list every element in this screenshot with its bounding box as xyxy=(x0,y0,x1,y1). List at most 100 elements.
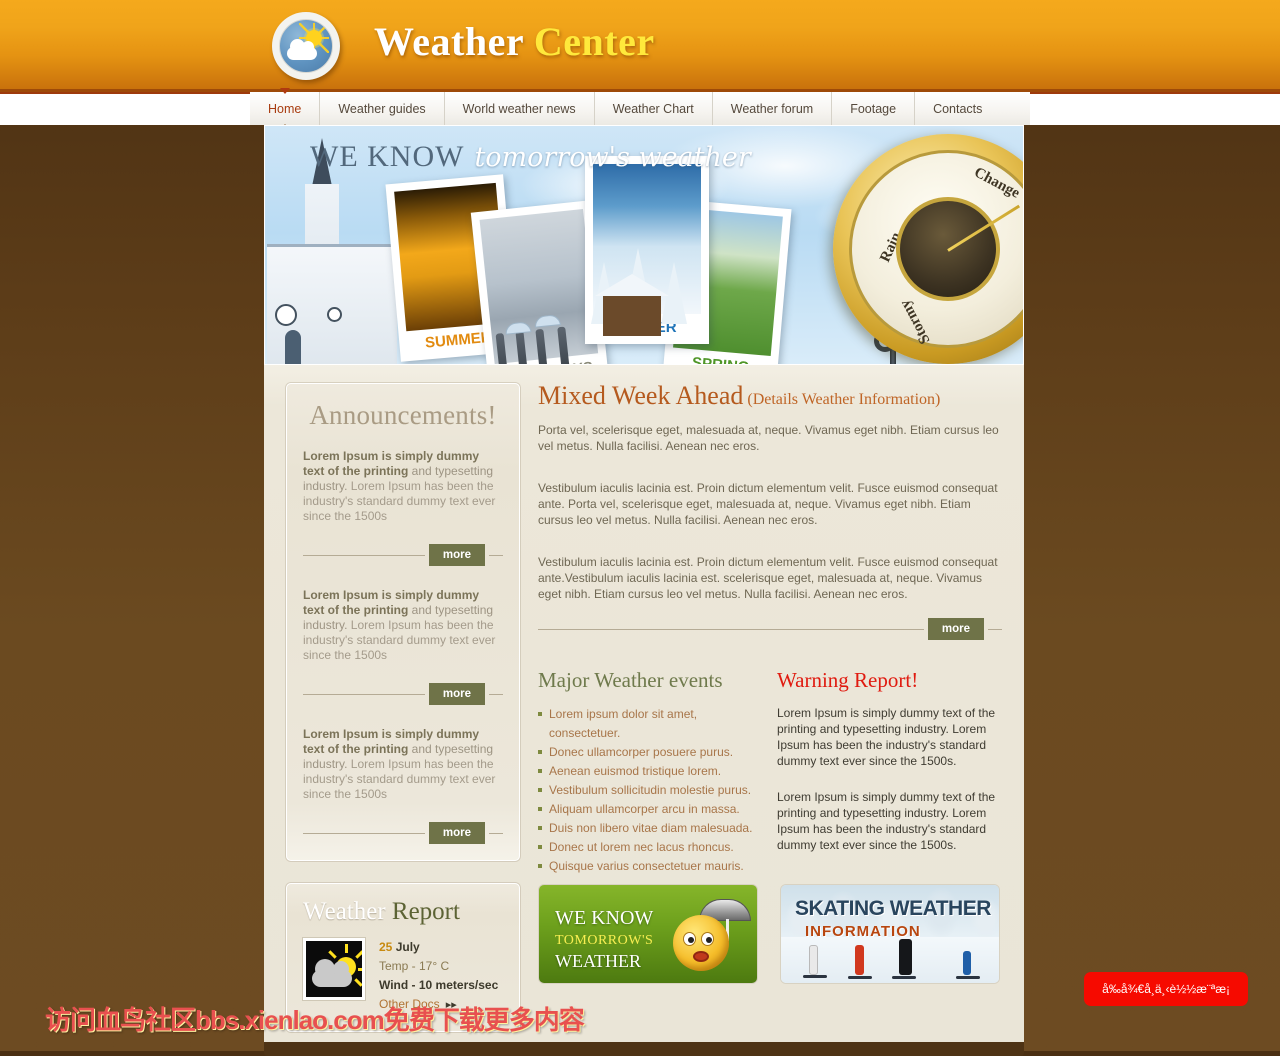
more-row: more xyxy=(303,822,503,844)
promo-banners: WE KNOW TOMORROW'S WEATHER SKATING WEATH… xyxy=(538,884,1002,984)
major-weather-events-title: Major Weather events xyxy=(538,668,723,692)
hero-banner: WE KNOW tomorrow's weather SUMMER RAINY … xyxy=(264,125,1024,365)
logo-inner-circle xyxy=(279,19,333,73)
site-header: Weather Center xyxy=(0,0,1280,92)
church-illustration xyxy=(265,138,400,364)
left-sidebar: Announcements! Lorem Ipsum is simply dum… xyxy=(286,383,520,1032)
page-container: WE KNOW tomorrow's weather SUMMER RAINY … xyxy=(264,125,1024,1056)
warning-report-title: Warning Report! xyxy=(777,668,919,692)
list-item[interactable]: Quisque varius consectetuer mauris. xyxy=(538,857,753,876)
more-button[interactable]: more xyxy=(927,618,984,640)
nav-item-contacts[interactable]: Contacts xyxy=(915,92,1000,125)
warning-paragraph-2: Lorem Ipsum is simply dummy text of the … xyxy=(777,790,996,852)
divider-line-short xyxy=(489,554,503,556)
weather-report-details: 25 July Temp - 17° C Wind - 10 meters/se… xyxy=(379,938,503,1015)
list-item[interactable]: Aenean euismod tristique lorem. xyxy=(538,762,753,781)
weather-report-panel: Weather Report 25 July Temp - 17° C Wind… xyxy=(286,883,520,1032)
list-item[interactable]: Vestibulum sollicitudin molestie purus. xyxy=(538,781,753,800)
skier-icon xyxy=(803,945,827,978)
nav-item-weather-chart[interactable]: Weather Chart xyxy=(595,92,713,125)
more-button[interactable]: more xyxy=(428,544,485,566)
nav-item-home[interactable]: Home xyxy=(250,88,321,130)
download-badge[interactable]: å‰å¾€å¸ä¸‹è½½æ¨ªæ¡ xyxy=(1084,972,1248,1006)
announcement-text: Lorem Ipsum is simply dummy text of the … xyxy=(303,727,503,802)
weather-report-wind: Wind - 10 meters/sec xyxy=(379,978,499,992)
sun-cloud-logo-icon[interactable] xyxy=(272,12,340,80)
more-button[interactable]: more xyxy=(428,683,485,705)
double-arrow-icon: ▸▸ xyxy=(445,999,457,1011)
nav-item-weather-forum[interactable]: Weather forum xyxy=(713,92,833,125)
main-paragraph-2: Vestibulum iaculis lacinia est. Proin di… xyxy=(538,481,998,527)
announcement-item: Lorem Ipsum is simply dummy text of the … xyxy=(303,449,503,524)
hero-headline: WE KNOW tomorrow's weather xyxy=(310,140,751,174)
more-row: more xyxy=(538,618,1002,640)
warning-report-section: Warning Report! Lorem Ipsum is simply du… xyxy=(777,668,1002,876)
skier-icon xyxy=(892,939,916,979)
divider-line xyxy=(303,693,425,695)
warning-paragraph-1: Lorem Ipsum is simply dummy text of the … xyxy=(777,706,996,768)
banner-green-line1: WE KNOW xyxy=(555,907,654,929)
skier-icon xyxy=(848,945,872,979)
events-list: Lorem ipsum dolor sit amet, consectetuer… xyxy=(538,705,753,876)
announcements-title: Announcements! xyxy=(309,400,497,430)
more-button[interactable]: more xyxy=(428,822,485,844)
announcement-item: Lorem Ipsum is simply dummy text of the … xyxy=(303,727,503,802)
announcements-panel: Announcements! Lorem Ipsum is simply dum… xyxy=(286,383,520,861)
nav-item-weather-guides[interactable]: Weather guides xyxy=(320,92,445,125)
navigation-strip: Home Weather guides World weather news W… xyxy=(0,88,1280,130)
more-row: more xyxy=(303,683,503,705)
weather-report-day: 25 xyxy=(379,940,393,954)
announcement-text: Lorem Ipsum is simply dummy text of the … xyxy=(303,588,503,663)
banner-ski-line1: SKATING WEATHER xyxy=(795,897,991,920)
weather-report-temp: Temp - 17° C xyxy=(379,959,450,973)
list-item[interactable]: Duis non libero vitae diam malesuada. xyxy=(538,819,753,838)
banner-ski-line2: INFORMATION xyxy=(805,923,921,940)
list-item[interactable]: Lorem ipsum dolor sit amet, consectetuer… xyxy=(538,705,753,743)
smiley-with-umbrella-icon xyxy=(673,915,729,971)
other-docs-link[interactable]: Other Docs ▸▸ xyxy=(379,995,503,1015)
main-subheading: (Details Weather Information) xyxy=(747,391,941,408)
photo-rainy-image xyxy=(479,209,599,364)
divider-line xyxy=(303,554,425,556)
page-title: Mixed Week Ahead (Details Weather Inform… xyxy=(538,383,1002,409)
weather-report-title: Weather Report xyxy=(303,898,503,926)
banner-green-line3: WEATHER xyxy=(555,951,641,971)
announcement-item: Lorem Ipsum is simply dummy text of the … xyxy=(303,588,503,663)
site-title: Weather Center xyxy=(374,18,655,65)
other-docs-label: Other Docs xyxy=(379,997,440,1011)
divider-line xyxy=(538,628,924,630)
list-item[interactable]: Donec ullamcorper posuere purus. xyxy=(538,743,753,762)
banner-tomorrows-weather[interactable]: WE KNOW TOMORROW'S WEATHER xyxy=(538,884,758,984)
hero-headline-script: tomorrow's weather xyxy=(474,142,751,173)
weather-report-date: 25 July xyxy=(379,938,503,957)
nav-item-footage[interactable]: Footage xyxy=(832,92,916,125)
main-paragraph-3: Vestibulum iaculis lacinia est. Proin di… xyxy=(538,555,998,601)
barometer-label-change: Change xyxy=(971,164,1023,202)
cloud-icon xyxy=(287,39,317,60)
hero-headline-plain: WE KNOW xyxy=(310,140,465,173)
footer-bar xyxy=(264,1042,1024,1056)
divider-line-short xyxy=(489,832,503,834)
announcement-text: Lorem Ipsum is simply dummy text of the … xyxy=(303,449,503,524)
list-item[interactable]: Donec ut lorem nec lacus rhoncus. xyxy=(538,838,753,857)
photo-winter-image xyxy=(591,164,701,336)
weather-report-title-report: Report xyxy=(391,898,460,925)
major-weather-events-section: Major Weather events Lorem ipsum dolor s… xyxy=(538,668,753,876)
skier-icon xyxy=(956,951,980,979)
barometer-label-stormy: Stormy xyxy=(897,297,934,347)
nav-item-world-weather-news[interactable]: World weather news xyxy=(445,92,595,125)
divider-line xyxy=(303,832,425,834)
weather-report-month: July xyxy=(395,940,420,954)
content-panel: Announcements! Lorem Ipsum is simply dum… xyxy=(264,365,1024,1056)
site-title-center: Center xyxy=(533,19,655,64)
banner-skating-weather[interactable]: SKATING WEATHER INFORMATION xyxy=(780,884,1000,984)
sun-behind-cloud-icon xyxy=(303,938,365,1000)
divider-line-short xyxy=(988,628,1002,630)
barometer-face: Change Rain Stormy xyxy=(849,150,1023,348)
main-paragraph-1: Porta vel, scelerisque eget, malesuada a… xyxy=(538,423,999,453)
list-item[interactable]: Aliquam ullamcorper arcu in massa. xyxy=(538,800,753,819)
main-heading: Mixed Week Ahead xyxy=(538,381,744,410)
weather-report-title-weather: Weather xyxy=(303,898,386,925)
more-row: more xyxy=(303,544,503,566)
photo-card-winter[interactable]: WINTER xyxy=(585,156,709,344)
